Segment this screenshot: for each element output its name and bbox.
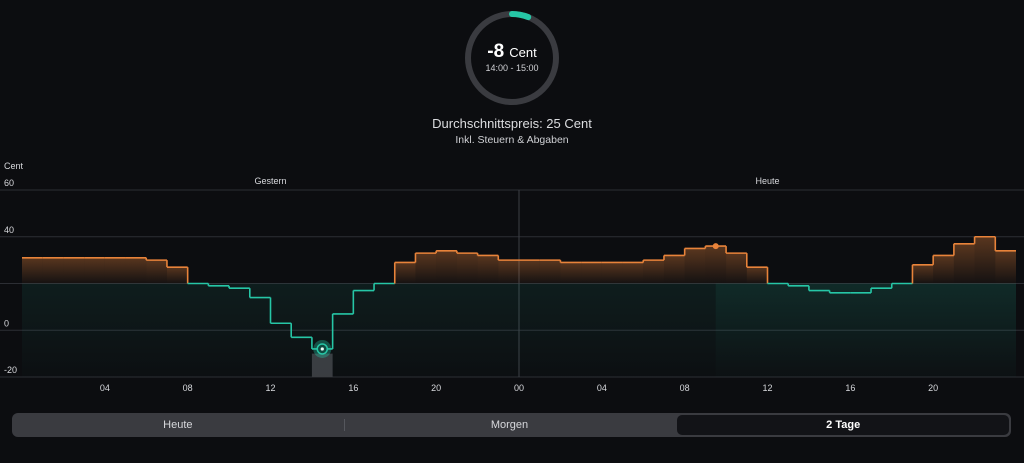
x-tick-label: 16: [845, 383, 855, 393]
price-fill-above: [394, 262, 416, 284]
price-fill-above: [974, 236, 996, 284]
x-tick-label: 08: [183, 383, 193, 393]
y-tick-label: 0: [4, 318, 9, 328]
y-tick-label: -20: [4, 365, 17, 375]
price-fill-above: [684, 248, 706, 284]
tab-two-days[interactable]: 2 Tage: [677, 415, 1010, 435]
price-fill-above: [104, 257, 126, 284]
current-price: -8 Cent: [462, 41, 562, 63]
gauge-label: -8 Cent 14:00 - 15:00: [462, 8, 562, 108]
current-price-value: -8: [487, 41, 505, 62]
price-fill-above: [601, 262, 623, 284]
current-time-range: 14:00 - 15:00: [485, 63, 539, 73]
price-fill-above: [498, 260, 519, 284]
price-fill-above: [539, 260, 561, 284]
price-fill-above: [560, 262, 582, 284]
tab-tomorrow[interactable]: Morgen: [343, 413, 676, 437]
price-fill-above: [436, 250, 457, 284]
y-axis-unit: Cent: [4, 161, 24, 171]
day-label: Heute: [755, 176, 779, 186]
tax-note: Inkl. Steuern & Abgaben: [455, 134, 569, 146]
price-fill-above: [726, 253, 747, 284]
price-fill-above: [166, 267, 188, 284]
selected-point-dot: [320, 347, 324, 351]
price-chart[interactable]: Cent 60 40 0 -20 Gestern Heute 04 08 12 16 20 00 04 08…: [0, 155, 1024, 400]
x-tick-label: 20: [431, 383, 441, 393]
price-fill-above: [912, 264, 934, 284]
tab-two-days-label: 2 Tage: [826, 419, 861, 431]
price-fill-above: [477, 255, 499, 284]
x-tick-label: 04: [100, 383, 110, 393]
x-tick-label: 08: [680, 383, 690, 393]
price-fill-above: [146, 260, 167, 284]
tab-today[interactable]: Heute: [12, 413, 344, 437]
x-tick-label: 00: [514, 383, 524, 393]
x-tick-label: 12: [265, 383, 275, 393]
price-fill-above: [663, 255, 685, 284]
price-fill-above: [415, 253, 437, 284]
range-switch: Heute Morgen 2 Tage: [12, 413, 1011, 437]
price-fill-above: [643, 260, 664, 284]
price-fill-above: [42, 257, 64, 284]
tab-tomorrow-label: Morgen: [490, 419, 529, 431]
price-fill-above: [746, 267, 768, 284]
average-price: Durchschnittspreis: 25 Cent: [432, 116, 592, 131]
baseline-fill-future: [715, 283, 1016, 377]
price-fill-above: [622, 262, 644, 284]
x-tick-label: 16: [348, 383, 358, 393]
x-tick-label: 04: [597, 383, 607, 393]
price-fill-above: [22, 257, 43, 284]
y-tick-label: 60: [4, 178, 14, 188]
x-tick-label: 12: [762, 383, 772, 393]
baseline-fill-past: [22, 283, 716, 377]
current-time-marker: [712, 243, 719, 250]
x-tick-label: 20: [928, 383, 938, 393]
price-fill-above: [519, 260, 540, 284]
price-fill-above: [456, 253, 478, 284]
price-fill-above: [581, 262, 602, 284]
price-fill-above: [125, 257, 147, 284]
current-price-unit: Cent: [509, 45, 537, 60]
day-label: Gestern: [254, 176, 286, 186]
y-tick-label: 40: [4, 225, 14, 235]
price-fill-above: [84, 257, 105, 284]
price-fill-above: [705, 246, 727, 284]
tab-today-label: Heute: [163, 419, 193, 431]
price-fill-above: [953, 243, 975, 284]
price-fill-above: [63, 257, 85, 284]
price-fill-above: [995, 250, 1016, 284]
price-fill-above: [933, 255, 954, 284]
